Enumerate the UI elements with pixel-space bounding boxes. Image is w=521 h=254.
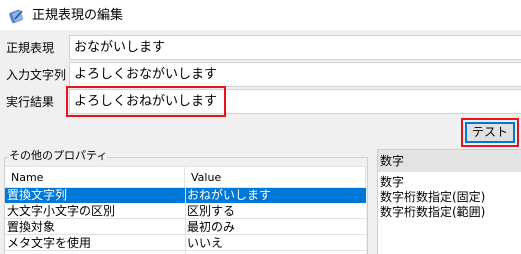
test-button-highlight (461, 118, 519, 147)
pattern-list-header[interactable]: 数字 (378, 150, 521, 172)
window-title: 正規表現の編集 (32, 8, 124, 23)
app-icon (9, 9, 24, 24)
pattern-list-item[interactable]: 数字桁数指定(固定) (380, 190, 485, 204)
property-value-cell[interactable]: 最初のみ (185, 220, 366, 235)
property-name-cell[interactable]: メタ文字を使用 (5, 236, 185, 251)
input-string-label: 入力文字列 (6, 68, 67, 82)
result-highlight (66, 86, 226, 117)
properties-grid: Name Value 置換文字列 おねがいします 大文字小文字の区別 区別する … (5, 166, 366, 254)
properties-group-title: その他のプロパティ (9, 149, 108, 163)
pattern-list-item[interactable]: 数字 (380, 175, 404, 189)
property-name-cell[interactable]: 置換文字列 (5, 188, 185, 203)
pattern-list-item[interactable]: 数字桁数指定(範囲) (380, 205, 485, 219)
column-header-value[interactable]: Value (185, 167, 366, 188)
property-value-cell[interactable]: おねがいします (185, 188, 366, 203)
pattern-list: 数字 数字 数字桁数指定(固定) 数字桁数指定(範囲) (377, 149, 521, 254)
regex-input[interactable]: おながいします (69, 35, 521, 60)
column-divider (185, 188, 186, 254)
result-label: 実行結果 (6, 95, 55, 109)
property-name-cell[interactable]: 置換対象 (5, 220, 185, 235)
property-value-cell[interactable]: いいえ (185, 236, 366, 251)
column-header-name[interactable]: Name (5, 167, 185, 188)
property-name-cell[interactable]: 大文字小文字の区別 (5, 204, 185, 219)
property-value-cell[interactable]: 区別する (185, 204, 366, 219)
input-string-field[interactable]: よろしくおながいします (69, 62, 521, 87)
regex-label: 正規表現 (6, 41, 55, 55)
title-bar: 正規表現の編集 (0, 0, 521, 30)
